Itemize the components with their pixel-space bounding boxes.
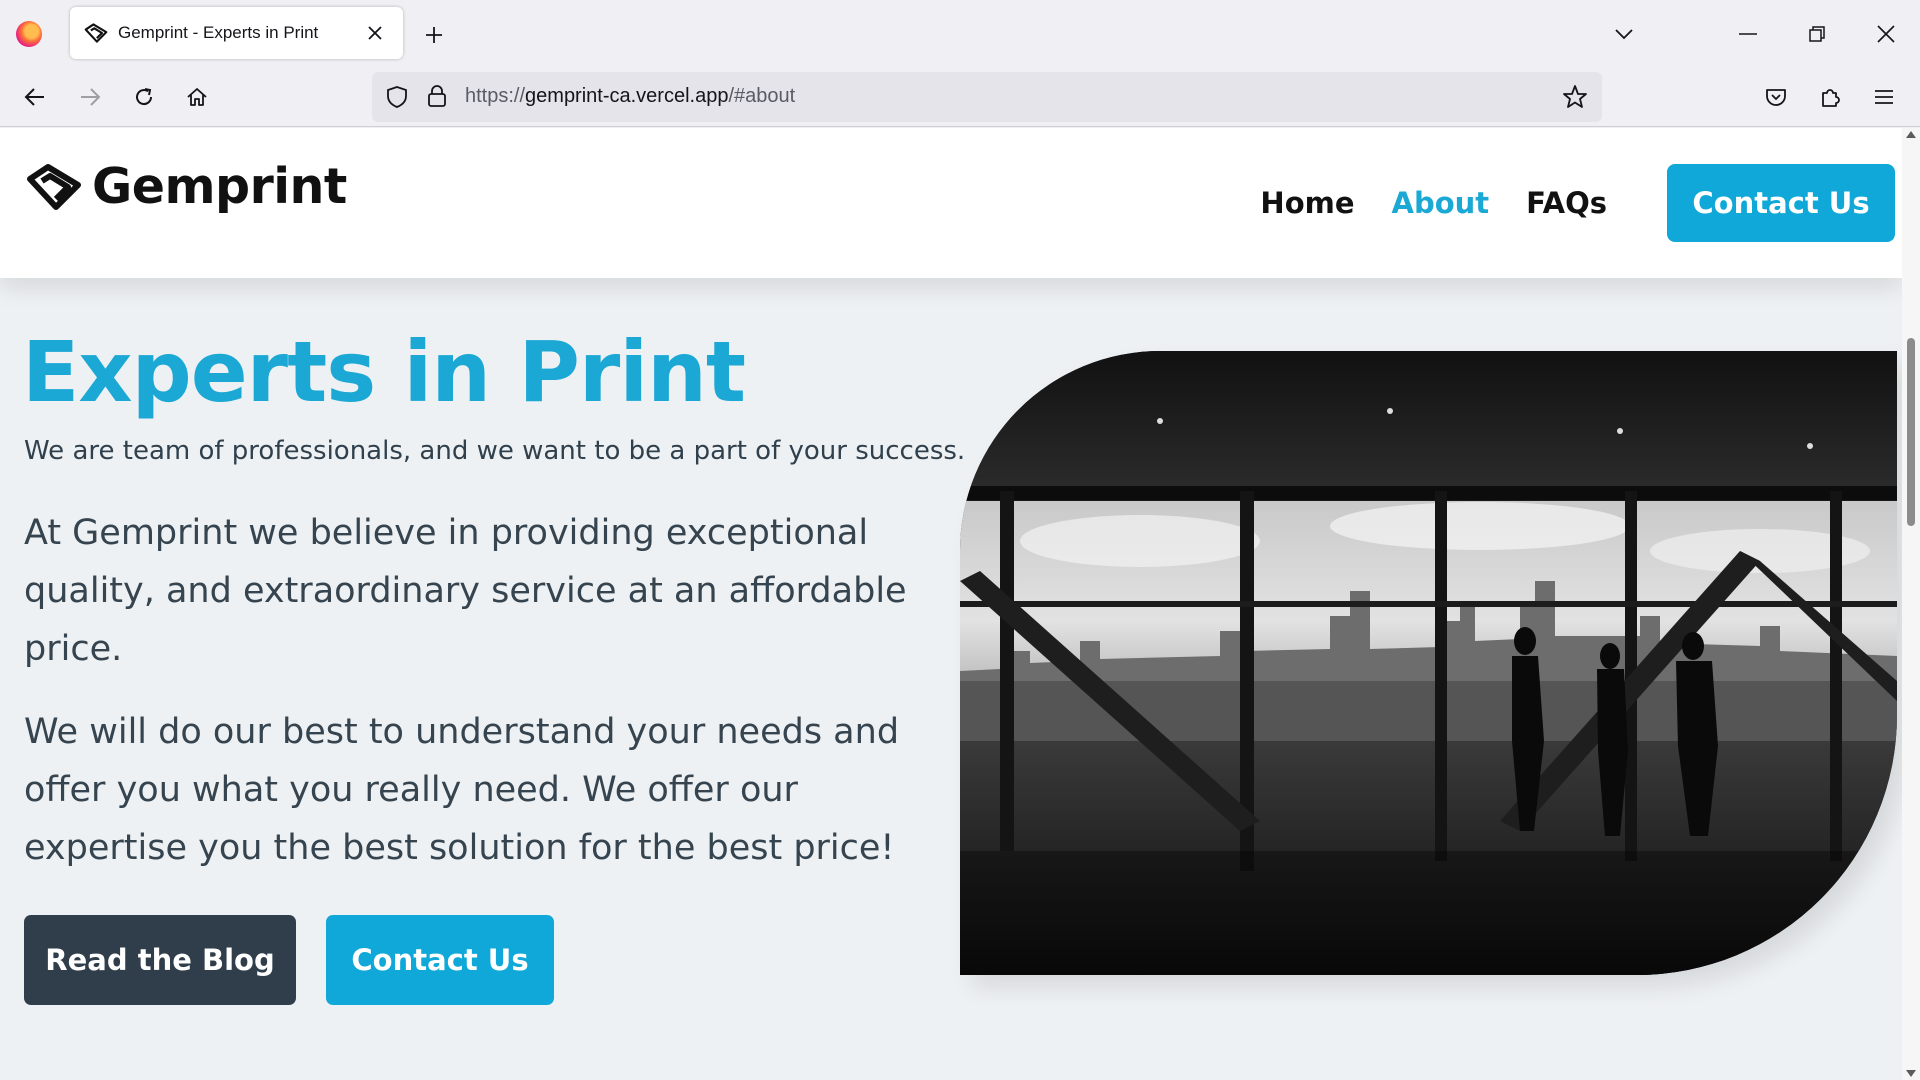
minimize-icon[interactable] — [1728, 14, 1768, 54]
close-window-icon[interactable] — [1866, 14, 1906, 54]
hamburger-menu-icon[interactable] — [1864, 77, 1904, 117]
nav-faqs[interactable]: FAQs — [1526, 186, 1607, 220]
page-scrollbar[interactable] — [1902, 128, 1920, 1080]
nav-about[interactable]: About — [1392, 186, 1490, 220]
read-blog-button[interactable]: Read the Blog — [24, 915, 296, 1005]
url-text[interactable]: https://gemprint-ca.vercel.app/#about — [465, 85, 795, 108]
firefox-icon[interactable] — [16, 21, 42, 47]
url-prefix: https:// — [465, 85, 526, 107]
nav-home[interactable]: Home — [1260, 186, 1354, 220]
browser-chrome: Gemprint - Experts in Print https://gemp… — [0, 0, 1920, 127]
puzzle-icon[interactable] — [1810, 77, 1850, 117]
hero-paragraph-2: We will do our best to understand your n… — [24, 712, 900, 868]
star-icon[interactable] — [1562, 84, 1588, 114]
url-domain: gemprint-ca.vercel.app — [525, 85, 729, 107]
lock-icon[interactable] — [427, 84, 447, 112]
list-all-tabs-icon[interactable] — [1604, 14, 1644, 54]
reload-icon[interactable] — [124, 77, 164, 117]
gemprint-logo-icon — [84, 23, 108, 43]
address-bar[interactable]: https://gemprint-ca.vercel.app/#about — [372, 72, 1602, 122]
hero-subtitle: We are team of professionals, and we wan… — [24, 436, 966, 466]
hero-title: Experts in Print — [22, 323, 746, 421]
url-path: /#about — [728, 85, 796, 107]
nav-contact-button[interactable]: Contact Us — [1667, 164, 1895, 242]
scrollbar-thumb[interactable] — [1907, 338, 1915, 526]
new-tab-icon[interactable] — [418, 19, 450, 51]
office-skyline-photo — [960, 351, 1897, 975]
tab-title: Gemprint - Experts in Print — [118, 23, 319, 42]
restore-icon[interactable] — [1797, 14, 1837, 54]
brand-name: Gemprint — [92, 158, 347, 215]
main-nav: Home About FAQs Contact Us — [1260, 128, 1902, 278]
page-viewport: Gemprint Home About FAQs Contact Us Expe… — [0, 128, 1902, 1080]
browser-tab[interactable]: Gemprint - Experts in Print — [70, 7, 403, 59]
hero-paragraph-1: At Gemprint we believe in providing exce… — [24, 513, 907, 669]
forward-arrow-icon[interactable] — [70, 77, 110, 117]
brand-logo[interactable]: Gemprint — [26, 158, 347, 215]
contact-us-button[interactable]: Contact Us — [326, 915, 554, 1005]
back-arrow-icon[interactable] — [15, 77, 55, 117]
close-tab-icon[interactable] — [361, 19, 389, 47]
site-header: Gemprint Home About FAQs Contact Us — [0, 128, 1902, 278]
shield-icon[interactable] — [386, 85, 408, 113]
scroll-up-icon[interactable] — [1906, 131, 1916, 138]
home-icon[interactable] — [177, 77, 217, 117]
hero-image — [960, 351, 1897, 975]
gemprint-logo-icon — [27, 163, 81, 210]
scroll-down-icon[interactable] — [1906, 1070, 1916, 1077]
pocket-icon[interactable] — [1756, 77, 1796, 117]
